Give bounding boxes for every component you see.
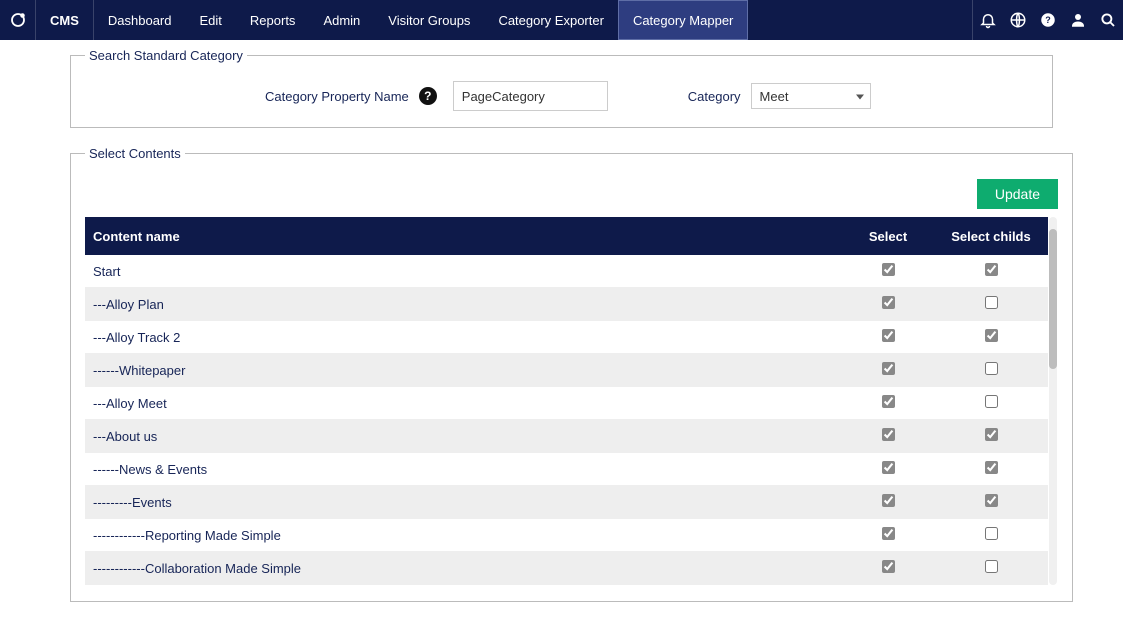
select-cell <box>842 288 934 321</box>
globe-icon[interactable] <box>1003 0 1033 40</box>
table-row: ------------Collaboration Made Simple <box>85 552 1048 585</box>
select-childs-cell <box>934 255 1048 288</box>
contents-fieldset: Select Contents Update Content name Sele… <box>70 146 1073 602</box>
nav-item-admin[interactable]: Admin <box>309 0 374 40</box>
user-icon[interactable] <box>1063 0 1093 40</box>
select-childs-checkbox[interactable] <box>985 461 998 474</box>
select-childs-cell <box>934 552 1048 585</box>
select-childs-cell <box>934 519 1048 552</box>
scrollbar-thumb[interactable] <box>1049 229 1057 369</box>
content-name-cell: ---Alloy Track 2 <box>85 321 842 354</box>
table-row: ------------Reporting Made Simple <box>85 519 1048 552</box>
select-checkbox[interactable] <box>882 560 895 573</box>
nav-right-group: ? <box>972 0 1123 40</box>
select-cell <box>842 552 934 585</box>
nav-item-dashboard[interactable]: Dashboard <box>94 0 186 40</box>
select-cell <box>842 453 934 486</box>
select-cell <box>842 387 934 420</box>
app-logo[interactable] <box>0 0 36 40</box>
select-childs-checkbox[interactable] <box>985 494 998 507</box>
col-select-childs: Select childs <box>934 217 1048 255</box>
property-name-input[interactable] <box>453 81 608 111</box>
select-childs-cell <box>934 354 1048 387</box>
bell-icon[interactable] <box>973 0 1003 40</box>
table-row: ---About us <box>85 420 1048 453</box>
select-cell <box>842 519 934 552</box>
property-name-label: Category Property Name <box>265 89 409 104</box>
col-content-name: Content name <box>85 217 842 255</box>
help-icon[interactable]: ? <box>1033 0 1063 40</box>
select-childs-cell <box>934 387 1048 420</box>
select-childs-checkbox[interactable] <box>985 329 998 342</box>
select-cell <box>842 321 934 354</box>
select-cell <box>842 354 934 387</box>
nav-item-edit[interactable]: Edit <box>186 0 236 40</box>
select-cell <box>842 255 934 288</box>
select-checkbox[interactable] <box>882 428 895 441</box>
content-name-cell: ---Alloy Meet <box>85 387 842 420</box>
table-row: ---Alloy Plan <box>85 288 1048 321</box>
nav-item-reports[interactable]: Reports <box>236 0 310 40</box>
table-row: Start <box>85 255 1048 288</box>
select-childs-checkbox[interactable] <box>985 296 998 309</box>
select-childs-cell <box>934 321 1048 354</box>
scrollbar[interactable]: ▲ <box>1048 217 1058 585</box>
nav-left-group: CMS DashboardEditReportsAdminVisitor Gro… <box>36 0 748 40</box>
content-name-cell: ---------Events <box>85 486 842 519</box>
select-childs-checkbox[interactable] <box>985 395 998 408</box>
orbit-icon <box>9 11 27 29</box>
select-checkbox[interactable] <box>882 395 895 408</box>
select-childs-checkbox[interactable] <box>985 263 998 276</box>
select-checkbox[interactable] <box>882 494 895 507</box>
select-childs-cell <box>934 420 1048 453</box>
col-select: Select <box>842 217 934 255</box>
nav-brand[interactable]: CMS <box>36 0 94 40</box>
contents-legend: Select Contents <box>85 146 185 161</box>
table-row: ------Whitepaper <box>85 354 1048 387</box>
nav-item-category-mapper[interactable]: Category Mapper <box>618 0 748 40</box>
select-checkbox[interactable] <box>882 362 895 375</box>
table-row: ---Alloy Meet <box>85 387 1048 420</box>
nav-item-visitor-groups[interactable]: Visitor Groups <box>374 0 484 40</box>
svg-text:?: ? <box>1045 15 1051 25</box>
select-childs-cell <box>934 453 1048 486</box>
select-cell <box>842 486 934 519</box>
category-selected-value: Meet <box>760 89 789 104</box>
category-select[interactable]: Meet <box>751 83 871 109</box>
table-row: ---Alloy Track 2 <box>85 321 1048 354</box>
top-nav: CMS DashboardEditReportsAdminVisitor Gro… <box>0 0 1123 40</box>
select-childs-cell <box>934 288 1048 321</box>
select-checkbox[interactable] <box>882 329 895 342</box>
select-childs-checkbox[interactable] <box>985 428 998 441</box>
select-checkbox[interactable] <box>882 527 895 540</box>
select-checkbox[interactable] <box>882 461 895 474</box>
content-name-cell: ------------Reporting Made Simple <box>85 519 842 552</box>
select-cell <box>842 420 934 453</box>
help-circle-icon[interactable]: ? <box>419 87 437 105</box>
content-name-cell: ------Whitepaper <box>85 354 842 387</box>
content-name-cell: ---Alloy Plan <box>85 288 842 321</box>
select-checkbox[interactable] <box>882 263 895 276</box>
select-childs-checkbox[interactable] <box>985 362 998 375</box>
nav-item-category-exporter[interactable]: Category Exporter <box>484 0 618 40</box>
select-childs-checkbox[interactable] <box>985 527 998 540</box>
select-childs-checkbox[interactable] <box>985 560 998 573</box>
search-fieldset: Search Standard Category Category Proper… <box>70 48 1053 128</box>
search-legend: Search Standard Category <box>85 48 247 63</box>
contents-table: Content name Select Select childs Start-… <box>85 217 1048 585</box>
select-checkbox[interactable] <box>882 296 895 309</box>
table-row: ------News & Events <box>85 453 1048 486</box>
content-name-cell: ------News & Events <box>85 453 842 486</box>
content-name-cell: ---About us <box>85 420 842 453</box>
search-icon[interactable] <box>1093 0 1123 40</box>
table-row: ---------Events <box>85 486 1048 519</box>
select-childs-cell <box>934 486 1048 519</box>
content-name-cell: Start <box>85 255 842 288</box>
update-button[interactable]: Update <box>977 179 1058 209</box>
category-label: Category <box>688 89 741 104</box>
content-name-cell: ------------Collaboration Made Simple <box>85 552 842 585</box>
